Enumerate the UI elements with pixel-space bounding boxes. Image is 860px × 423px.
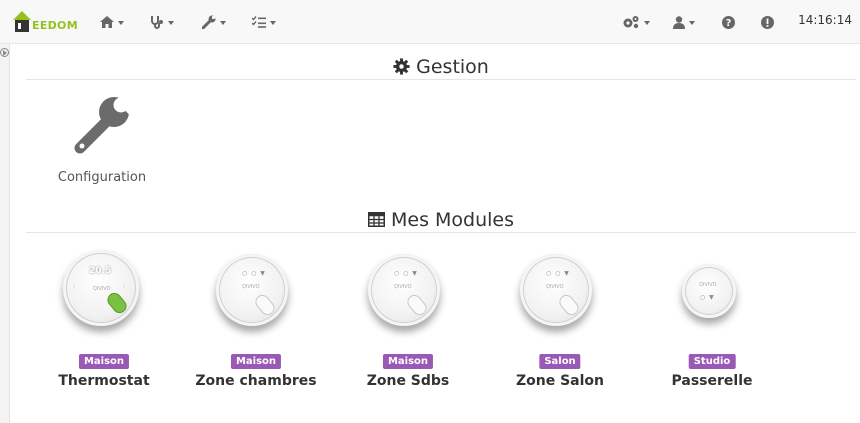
messages-button[interactable] (761, 12, 774, 32)
tasks-menu[interactable] (252, 12, 276, 32)
room-badge: Maison (78, 354, 130, 369)
expand-sidebar-icon[interactable] (0, 48, 9, 57)
module-name: Zone Salon (515, 373, 605, 389)
top-navbar: EEDOM ? 14:16:14 (0, 0, 860, 44)
health-menu[interactable] (150, 12, 174, 32)
zone-device-image: ○ ○ ▼ QIVIVO (485, 244, 635, 344)
chevron-down-icon (118, 20, 124, 25)
wrench-icon (74, 92, 134, 154)
module-passerelle[interactable]: QIVIVO ○ ▼ Studio Passerelle (637, 244, 787, 394)
configuration-tile[interactable]: Configuration (46, 88, 158, 188)
user-icon (673, 15, 685, 29)
module-name: Zone chambres (195, 373, 317, 389)
table-icon (367, 212, 385, 227)
user-menu[interactable] (673, 12, 695, 32)
home-menu[interactable] (100, 12, 124, 32)
room-badge: Maison (382, 354, 434, 369)
home-icon (100, 16, 114, 28)
modules-title-text: Mes Modules (390, 208, 514, 231)
tools-menu[interactable] (202, 12, 226, 32)
gear-icon (393, 58, 410, 75)
question-icon: ? (722, 15, 735, 29)
room-badge: Studio (688, 354, 736, 369)
brand-name: EEDOM (32, 19, 78, 32)
module-name: Zone Sdbs (366, 373, 450, 389)
zone-device-image: ○ ○ ▼ QIVIVO (181, 244, 331, 344)
thermostat-device-image: 20.5 ‹ › QIVIVO (29, 244, 179, 344)
cogs-icon (623, 16, 639, 29)
chevron-down-icon (168, 20, 174, 25)
tasks-icon (252, 16, 266, 28)
module-name: Thermostat (58, 373, 150, 389)
section-title-gestion: Gestion (26, 54, 856, 80)
settings-menu[interactable] (622, 12, 650, 32)
configuration-label: Configuration (57, 170, 147, 185)
alert-icon (761, 15, 774, 29)
wrench-icon (202, 15, 216, 29)
section-title-modules: Mes Modules (26, 207, 856, 233)
room-badge: Salon (539, 354, 581, 369)
stethoscope-icon (151, 16, 163, 29)
chevron-down-icon (644, 20, 650, 25)
module-zone-salon[interactable]: ○ ○ ▼ QIVIVO Salon Zone Salon (485, 244, 635, 394)
gestion-title-text: Gestion (416, 55, 489, 78)
help-button[interactable]: ? (722, 12, 735, 32)
gateway-device-image: QIVIVO ○ ▼ (637, 244, 787, 344)
chevron-down-icon (689, 20, 695, 25)
zone-device-image: ○ ○ ▼ QIVIVO (333, 244, 483, 344)
module-name: Passerelle (671, 373, 753, 389)
clock: 14:16:14 (798, 13, 852, 27)
svg-text:?: ? (726, 18, 732, 29)
side-panel-toggle-bar[interactable] (0, 44, 10, 423)
house-logo-icon (13, 11, 31, 32)
chevron-down-icon (270, 20, 276, 25)
module-zone-sdbs[interactable]: ○ ○ ▼ QIVIVO Maison Zone Sdbs (333, 244, 483, 394)
module-thermostat[interactable]: 20.5 ‹ › QIVIVO Maison Thermostat (29, 244, 179, 394)
chevron-down-icon (220, 20, 226, 25)
jeedom-logo[interactable]: EEDOM (10, 7, 78, 37)
module-zone-chambres[interactable]: ○ ○ ▼ QIVIVO Maison Zone chambres (181, 244, 331, 394)
room-badge: Maison (230, 354, 282, 369)
